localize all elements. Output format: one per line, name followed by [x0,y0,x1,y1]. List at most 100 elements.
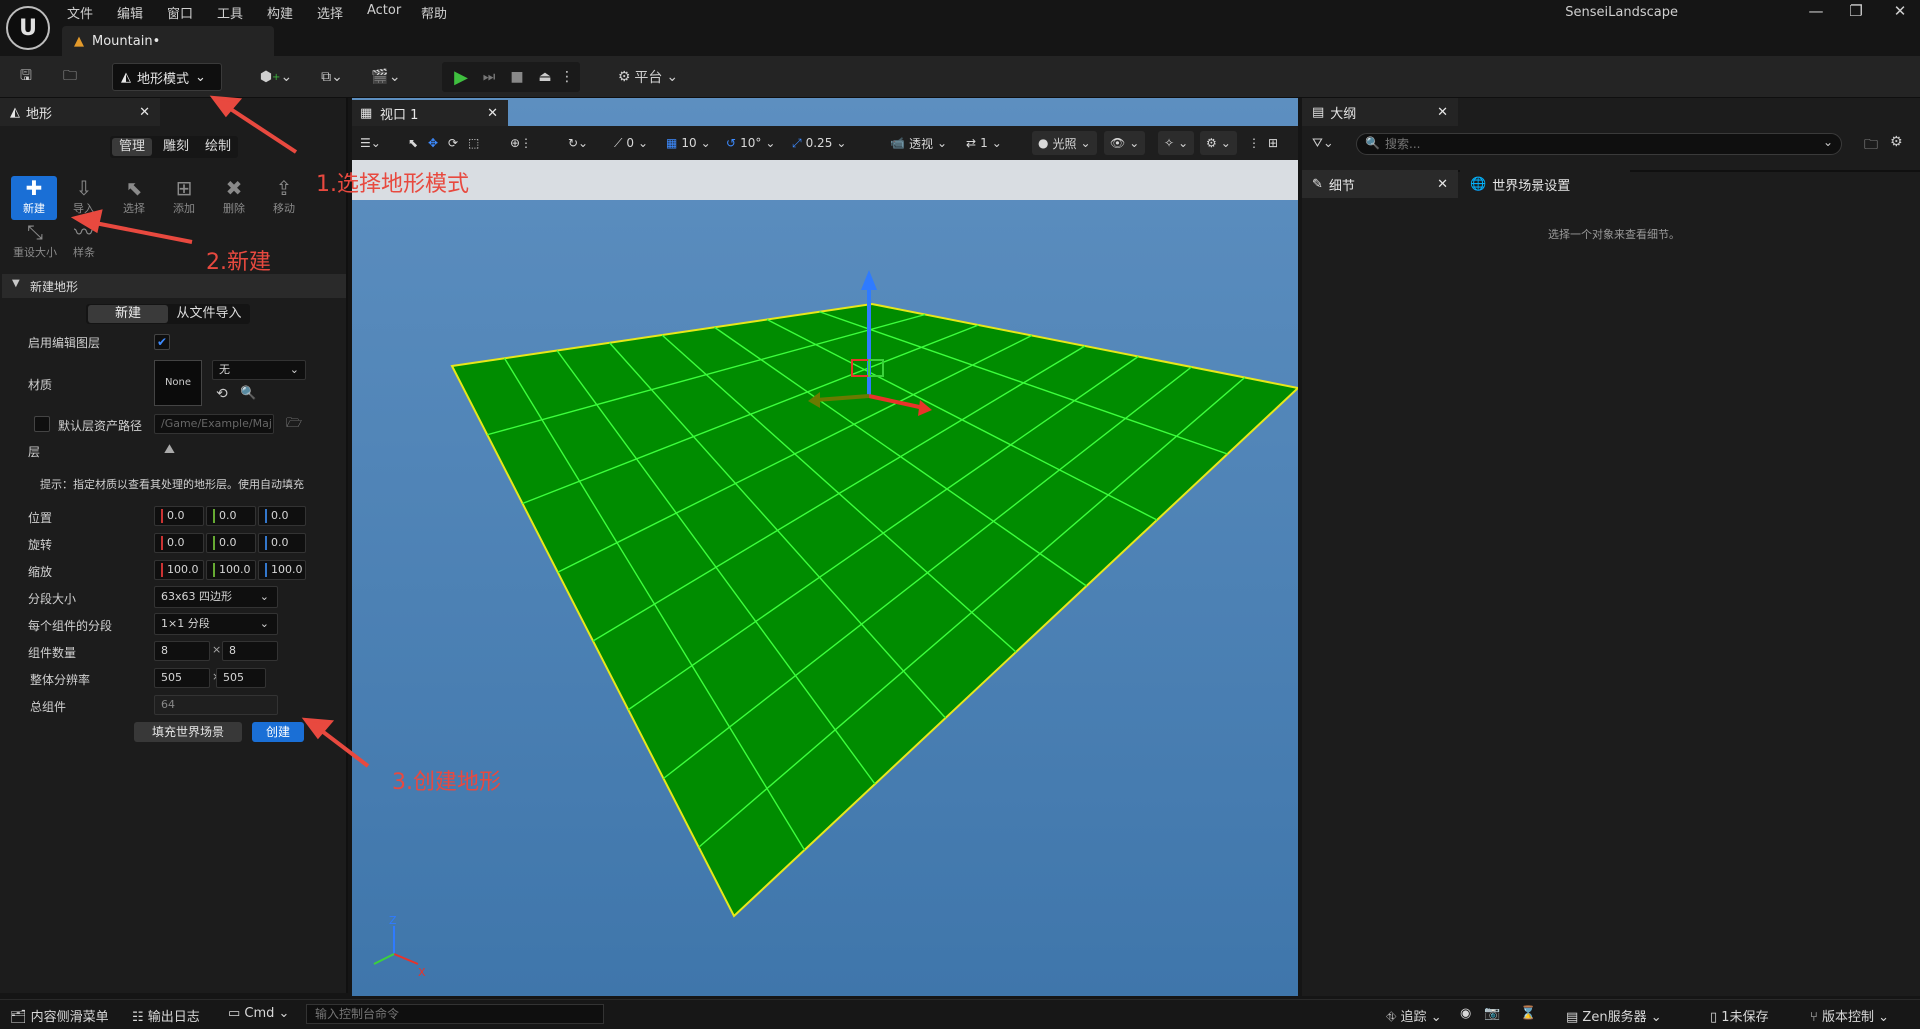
location-y-input[interactable]: 0.0 [206,506,256,526]
layout-icon[interactable]: ⊞ [1268,131,1278,155]
play-icon[interactable]: ▶ [450,62,472,92]
menu-tools[interactable]: 工具 [217,3,243,22]
console-input[interactable] [306,1004,604,1024]
perspective-button[interactable]: 📹 透视 ⌄ [890,131,947,155]
surface-snap-icon[interactable]: ↻⌄ [568,131,588,155]
enable-edit-layers-checkbox[interactable]: ✔ [154,334,170,350]
add-actor-icon[interactable]: ⬢ + ⌄ [256,62,296,92]
translate-mode-icon[interactable]: ✥ [428,131,438,155]
scale-y-input[interactable]: 100.0 [206,560,256,580]
tab-manage[interactable]: 管理 [112,138,152,156]
outliner-settings-icon[interactable]: ⚙ [1890,134,1903,150]
minimize-icon[interactable]: — [1796,2,1836,24]
more-options-icon[interactable]: ⋮ [1248,131,1260,155]
content-drawer-button[interactable]: 🗂 内容侧滑菜单 [10,1006,109,1025]
rotation-x-input[interactable]: 0.0 [154,533,204,553]
world-settings-tab[interactable]: 🌐 世界场景设置 [1460,170,1630,198]
eject-icon[interactable]: ⏏ [534,62,556,92]
translate-snap-button[interactable]: ▦ 10 ⌄ [666,131,711,155]
menu-window[interactable]: 窗口 [167,3,193,22]
reset-arrow-icon[interactable]: ⟲ [216,386,228,402]
restore-icon[interactable]: ❐ [1836,2,1876,24]
close-tab-icon[interactable]: ✕ [487,106,498,121]
settings-button[interactable]: ⚙ ⌄ [1200,131,1237,155]
menu-edit[interactable]: 编辑 [117,3,143,22]
component-count-x-input[interactable]: 8 [154,641,210,661]
add-folder-icon[interactable]: 🗀 [1864,134,1878,158]
close-tab-icon[interactable]: ✕ [1437,105,1448,120]
tool-select[interactable]: ⬉ 选择 [110,176,158,220]
scale-snap-button[interactable]: ⤢ 0.25 ⌄ [792,131,846,155]
filter-icon[interactable]: ⛛⌄ [1312,136,1334,151]
fill-world-button[interactable]: 填充世界场景 [134,722,242,742]
create-button[interactable]: 创建 [252,722,304,742]
source-control-button[interactable]: ⑂ 版本控制 ⌄ [1810,1006,1889,1025]
close-tab-icon[interactable]: ✕ [139,105,150,120]
camera-speed-button[interactable]: ⇄ 1 ⌄ [966,131,1002,155]
tool-spline[interactable]: 〰 样条 [60,220,108,264]
section-size-dropdown[interactable]: 63x63 四边形 ⌄ [154,586,278,608]
sections-per-component-dropdown[interactable]: 1×1 分段 ⌄ [154,613,278,635]
landscape-tab[interactable]: ◭ 地形 ✕ [0,98,160,126]
overall-resolution-y-input[interactable]: 505 [216,668,266,688]
location-x-input[interactable]: 0.0 [154,506,204,526]
scale-mode-icon[interactable]: ⬚ [468,131,479,155]
outliner-tab[interactable]: ▤ 大纲 ✕ [1302,98,1458,126]
menu-build[interactable]: 构建 [267,3,293,22]
sub-tab-new[interactable]: 新建 [88,305,168,323]
default-layer-path-input[interactable]: /Game/Example/Maj [154,414,274,434]
screenshot-icon[interactable]: 📷 [1484,1006,1500,1021]
blueprint-icon[interactable]: ⧉⌄ [312,62,352,92]
tool-delete[interactable]: ✖ 删除 [210,176,258,220]
browse-asset-icon[interactable]: 🔍 [240,386,256,401]
section-header[interactable]: ▼ 新建地形 [2,274,346,298]
cinematics-icon[interactable]: 🎬⌄ [366,62,406,92]
stop-icon[interactable]: ■ [506,62,528,92]
close-window-icon[interactable]: ✕ [1880,2,1920,24]
location-z-input[interactable]: 0.0 [258,506,306,526]
material-dropdown[interactable]: 无 ⌄ [212,360,306,380]
lit-mode-button[interactable]: ● 光照 ⌄ [1032,131,1097,155]
viewport-tab[interactable]: ▦ 视口 1 ✕ [352,100,508,126]
sub-tab-import-file[interactable]: 从文件导入 [170,305,248,323]
tool-add[interactable]: ⊞ 添加 [160,176,208,220]
rotate-mode-icon[interactable]: ⟳ [448,131,458,155]
scale-z-input[interactable]: 100.0 [258,560,306,580]
layer-icon[interactable]: ⛰ [164,442,175,457]
tool-new[interactable]: ✚ 新建 [11,176,57,220]
menu-actor[interactable]: Actor [367,3,401,21]
tool-resize[interactable]: ⤡ 重设大小 [8,220,62,264]
zero-snap-button[interactable]: ⟋ 0 ⌄ [614,131,648,155]
viewport-3d[interactable]: Z X [352,98,1301,996]
folder-icon[interactable]: 🗁 [286,414,302,436]
tool-import[interactable]: ⇩ 导入 [60,176,108,220]
outliner-search-input[interactable] [1385,135,1805,153]
show-flags-button[interactable]: 👁 ⌄ [1104,131,1146,155]
material-thumbnail[interactable]: None [154,360,202,406]
tab-paint[interactable]: 绘制 [198,138,238,156]
document-tab[interactable]: ▲ Mountain• [62,26,274,56]
rotation-z-input[interactable]: 0.0 [258,533,306,553]
close-tab-icon[interactable]: ✕ [1437,177,1448,192]
platform-button[interactable]: ⚙ 平台 ⌄ [612,62,684,92]
outliner-search[interactable]: 🔍 ⌄ [1356,133,1842,155]
rotate-snap-button[interactable]: ↺ 10° ⌄ [726,131,775,155]
default-layer-path-checkbox[interactable] [34,416,50,432]
output-log-button[interactable]: ☷ 输出日志 [132,1006,200,1025]
overall-resolution-x-input[interactable]: 505 [154,668,210,688]
trace-button[interactable]: ⛗ 追踪 ⌄ [1386,1006,1442,1025]
viewport-options-icon[interactable]: ☰⌄ [360,131,381,155]
select-mode-icon[interactable]: ⬉ [408,131,418,155]
scalability-button[interactable]: ✧ ⌄ [1158,131,1195,155]
tool-move[interactable]: ⇪ 移动 [260,176,308,220]
scale-x-input[interactable]: 100.0 [154,560,204,580]
record-icon[interactable]: ◉ [1460,1006,1471,1021]
world-space-icon[interactable]: ⊕⋮ [510,131,532,155]
step-icon[interactable]: ⏭ [478,62,500,92]
mode-select-button[interactable]: ◭ 地形模式 ⌄ [112,63,222,91]
menu-help[interactable]: 帮助 [421,3,447,22]
menu-file[interactable]: 文件 [67,3,93,22]
cmd-dropdown[interactable]: ▭ Cmd ⌄ [228,1006,289,1021]
hourglass-icon[interactable]: ⌛ [1520,1006,1536,1021]
unsaved-button[interactable]: ▯ 1未保存 [1710,1006,1769,1025]
